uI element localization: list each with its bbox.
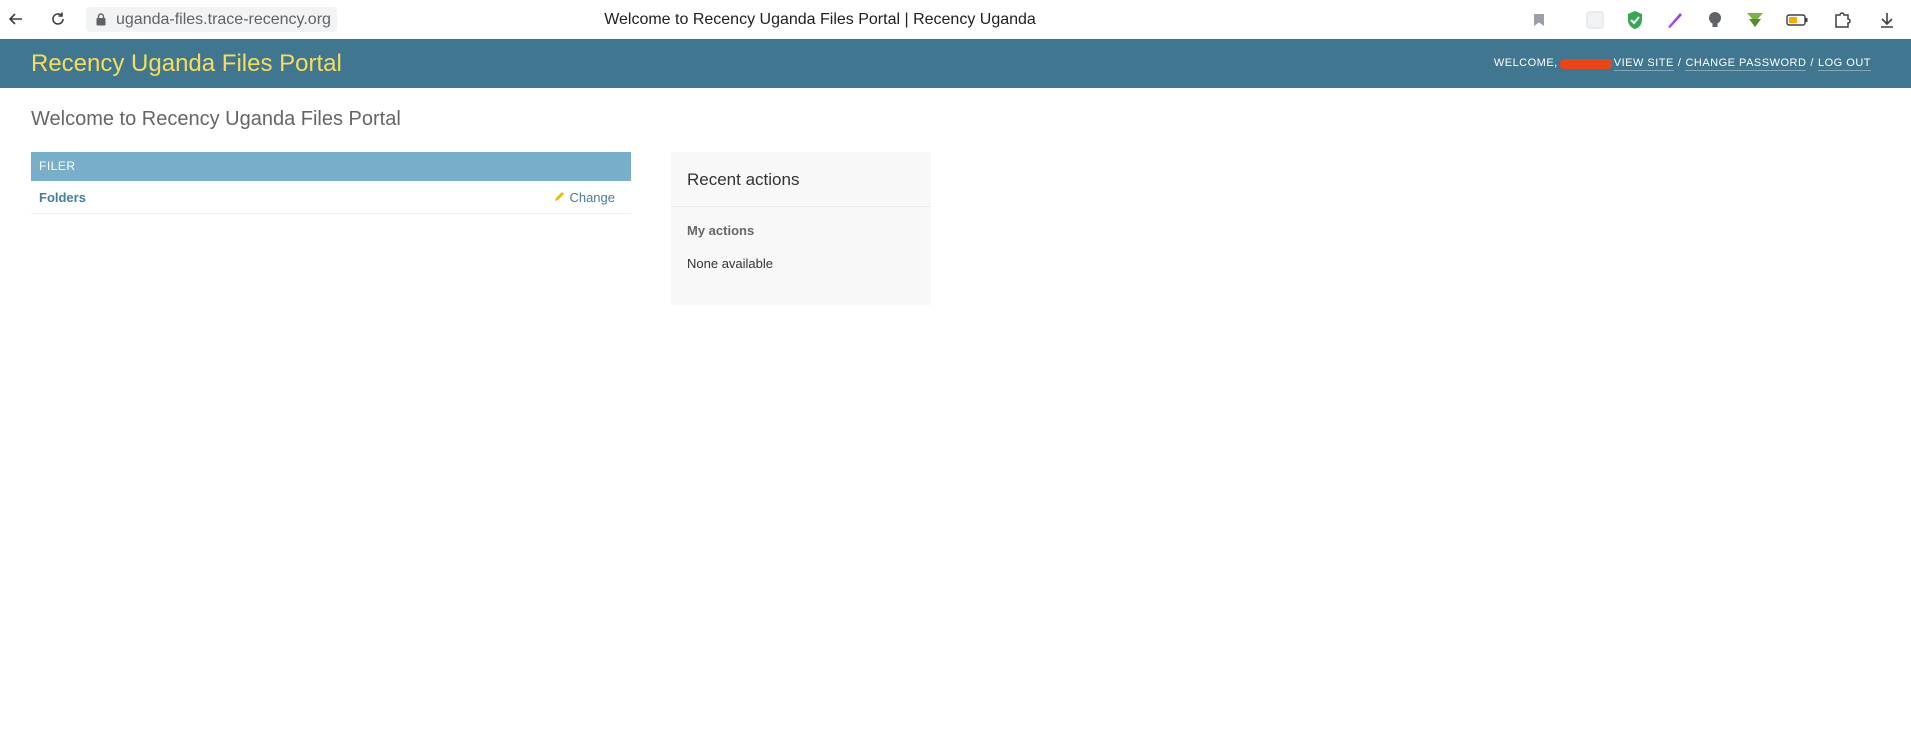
download-icon[interactable] <box>1876 9 1898 31</box>
view-site-link[interactable]: View site <box>1613 57 1674 71</box>
site-header: Recency Uganda Files Portal Welcome, Vie… <box>0 39 1911 88</box>
folders-link[interactable]: Folders <box>39 190 86 205</box>
module-row: Folders Change <box>31 181 631 214</box>
module-caption[interactable]: Filer <box>31 152 631 181</box>
browser-toolbar: uganda-files.trace-recency.org Welcome t… <box>0 0 1911 39</box>
separator: / <box>1677 57 1682 69</box>
app-module-filer: Filer Folders Change <box>31 152 631 214</box>
change-link-label: Change <box>569 189 615 205</box>
pen-icon[interactable] <box>1664 9 1686 31</box>
change-password-link[interactable]: Change password <box>1685 57 1807 71</box>
recent-actions-panel: Recent actions My actions None available <box>671 152 931 305</box>
battery-icon[interactable] <box>1786 9 1808 31</box>
change-link[interactable]: Change <box>554 190 615 205</box>
extension-blank-icon[interactable] <box>1584 9 1606 31</box>
download-helper-icon[interactable] <box>1744 9 1766 31</box>
module-caption-label[interactable]: Filer <box>39 159 76 173</box>
tab-title: Welcome to Recency Uganda Files Portal |… <box>604 11 1036 28</box>
user-tools: Welcome, View site / Change password / L… <box>1494 39 1871 88</box>
log-out-link[interactable]: Log out <box>1817 57 1871 71</box>
pencil-icon <box>554 190 565 205</box>
page-title: Welcome to Recency Uganda Files Portal <box>31 108 401 130</box>
bookmark-icon[interactable] <box>1528 9 1550 31</box>
my-actions-heading: My actions <box>687 223 755 238</box>
separator: / <box>1810 57 1814 69</box>
shield-icon[interactable] <box>1624 9 1646 31</box>
redacted-username <box>1559 58 1612 69</box>
extensions-puzzle-icon[interactable] <box>1832 9 1854 31</box>
none-available-text: None available <box>687 256 774 271</box>
lightbulb-icon[interactable] <box>1704 9 1726 31</box>
site-branding[interactable]: Recency Uganda Files Portal <box>31 39 342 88</box>
recent-actions-title: Recent actions <box>671 152 931 207</box>
welcome-text: Welcome, <box>1493 57 1558 69</box>
